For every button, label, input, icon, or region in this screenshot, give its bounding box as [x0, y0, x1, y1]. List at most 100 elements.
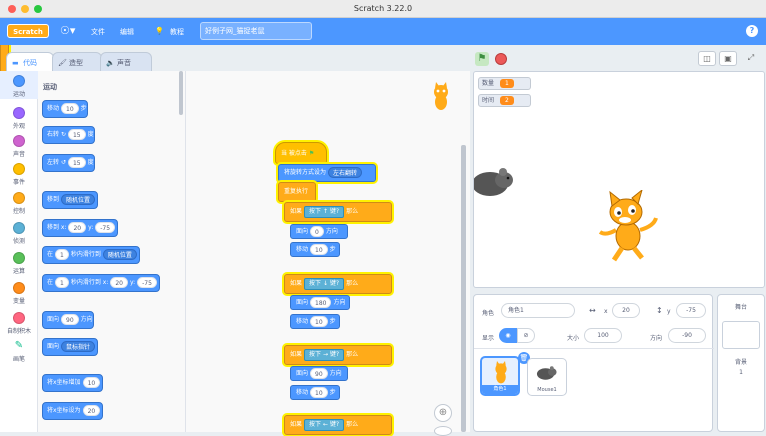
hide-eye-icon[interactable]: ⊘: [517, 328, 535, 343]
category-events[interactable]: 事件: [0, 159, 38, 187]
key-dropdown[interactable]: →: [323, 351, 328, 358]
sprite-tile-mouse[interactable]: Mouse1: [527, 358, 567, 396]
block-input[interactable]: 20: [82, 405, 101, 416]
block-dropdown[interactable]: 随机位置: [61, 194, 96, 205]
large-stage-icon[interactable]: ▣: [719, 51, 737, 66]
block-input[interactable]: 10: [310, 387, 328, 398]
sprite-tile-cat[interactable]: 🗑 角色1: [480, 352, 530, 396]
small-stage-icon[interactable]: ◫: [698, 51, 716, 66]
y-input[interactable]: -75: [676, 303, 706, 318]
point-direction-block[interactable]: 面向 180 方向: [290, 295, 350, 310]
green-flag-icon[interactable]: ⚑: [475, 52, 489, 66]
key-dropdown[interactable]: ↓: [323, 280, 328, 287]
key-pressed-sensor[interactable]: 按下 ↑ 键?: [304, 205, 345, 218]
tab-code[interactable]: ▬ 代码: [6, 52, 54, 72]
tab-sounds[interactable]: 🔈 声音: [100, 52, 152, 72]
block-glide-to-xy[interactable]: 在 1 秒内滑行到 x: 20 y: -75: [42, 274, 160, 292]
key-pressed-sensor[interactable]: 按下 ↓ 键?: [304, 277, 345, 290]
sprite-name-input[interactable]: 角色1: [501, 303, 575, 318]
direction-input[interactable]: -90: [668, 328, 706, 343]
if-right-key-block[interactable]: 如果 按下 → 键? 那么: [284, 345, 392, 365]
stage-thumbnail[interactable]: [722, 321, 760, 349]
block-go-to[interactable]: 移到 随机位置: [42, 191, 99, 209]
key-dropdown[interactable]: ↑: [323, 208, 328, 215]
category-variables[interactable]: 变量: [0, 278, 38, 306]
block-set-x[interactable]: 将x坐标设为 20: [42, 402, 104, 420]
workspace-scrollbar[interactable]: [461, 145, 466, 432]
block-input[interactable]: 20: [68, 222, 87, 233]
block-turn-left[interactable]: 左转 ↺ 15 度: [42, 154, 95, 172]
size-input[interactable]: 100: [584, 328, 622, 343]
move-steps-block[interactable]: 移动 10 步: [290, 314, 340, 329]
zoom-in-icon[interactable]: ⊕: [434, 404, 452, 422]
fullscreen-icon[interactable]: ⤢: [742, 51, 760, 66]
block-input[interactable]: 0: [310, 226, 324, 237]
block-glide-to[interactable]: 在 1 秒内滑行到 随机位置: [42, 246, 140, 264]
set-rotation-style-block[interactable]: 将旋转方式设为 左右翻转: [278, 164, 376, 182]
menu-edit[interactable]: 编辑: [120, 27, 134, 37]
if-down-key-block[interactable]: 如果 按下 ↓ 键? 那么: [284, 274, 392, 294]
tutorials-bulb-icon[interactable]: 💡: [155, 27, 164, 35]
palette-scrollbar[interactable]: [179, 71, 183, 115]
variable-monitor[interactable]: 数量 1: [478, 77, 531, 90]
stage-selector-panel[interactable]: 舞台 背景 1: [717, 294, 765, 432]
block-input[interactable]: 20: [110, 277, 128, 288]
block-change-x[interactable]: 将x坐标增加 10: [42, 374, 104, 392]
show-eye-icon[interactable]: ◉: [499, 328, 517, 343]
category-sound[interactable]: 声音: [0, 131, 38, 159]
block-input[interactable]: 180: [310, 297, 332, 308]
block-input[interactable]: 90: [310, 368, 328, 379]
category-my-blocks[interactable]: 自制积木: [0, 308, 38, 336]
key-pressed-sensor[interactable]: 按下 ← 键?: [304, 418, 345, 431]
block-input[interactable]: -75: [95, 222, 116, 233]
block-text: 如果: [290, 421, 303, 428]
category-control[interactable]: 控制: [0, 188, 38, 216]
block-input[interactable]: -75: [137, 277, 157, 288]
when-flag-clicked-block[interactable]: 当 被点击 ⚑: [275, 142, 327, 164]
block-input[interactable]: 10: [310, 244, 328, 255]
block-input[interactable]: 90: [61, 314, 79, 325]
help-icon[interactable]: ?: [746, 25, 758, 37]
point-direction-block[interactable]: 面向 0 方向: [290, 224, 348, 239]
block-dropdown[interactable]: 左右翻转: [328, 167, 363, 178]
category-pen[interactable]: ✎ 画笔: [0, 336, 38, 364]
key-pressed-sensor[interactable]: 按下 → 键?: [304, 348, 345, 361]
zoom-out-icon[interactable]: [434, 426, 452, 436]
block-input[interactable]: 1: [55, 277, 69, 288]
category-looks[interactable]: 外观: [0, 103, 38, 131]
block-go-to-xy[interactable]: 移到 x: 20 y: -75: [42, 219, 119, 237]
move-steps-block[interactable]: 移动 10 步: [290, 242, 340, 257]
block-input[interactable]: 10: [82, 377, 101, 388]
category-operators[interactable]: 运算: [0, 248, 38, 276]
move-steps-block[interactable]: 移动 10 步: [290, 385, 340, 400]
project-title-input[interactable]: 好例子网_猫捉老鼠: [200, 22, 312, 40]
key-dropdown[interactable]: ←: [323, 421, 328, 428]
block-turn-right[interactable]: 右转 ↻ 15 度: [42, 126, 95, 144]
block-point-direction[interactable]: 面向 90 方向: [42, 311, 94, 329]
block-input[interactable]: 15: [67, 129, 86, 140]
block-dropdown[interactable]: 鼠标指针: [61, 341, 96, 352]
block-point-towards[interactable]: 面向 鼠标指针: [42, 338, 99, 356]
language-globe-icon[interactable]: ☉▾: [60, 24, 75, 37]
block-input[interactable]: 15: [67, 157, 86, 168]
block-input[interactable]: 10: [61, 103, 79, 114]
scratch-logo[interactable]: Scratch: [7, 24, 49, 38]
stop-icon[interactable]: [495, 53, 507, 65]
category-sensing[interactable]: 侦测: [0, 218, 38, 246]
block-input[interactable]: 10: [310, 316, 328, 327]
category-motion[interactable]: 运动: [0, 71, 38, 99]
if-left-key-block[interactable]: 如果 按下 ← 键? 那么: [284, 415, 392, 435]
variable-monitor[interactable]: 时间 2: [478, 94, 531, 107]
stage-canvas[interactable]: 数量 1 时间 2: [473, 71, 765, 288]
block-move-steps[interactable]: 移动 10 步: [42, 100, 88, 118]
point-direction-block[interactable]: 面向 90 方向: [290, 366, 348, 381]
forever-block[interactable]: 重复执行: [278, 182, 316, 202]
tab-costumes[interactable]: 🖌 造型: [52, 52, 102, 72]
block-dropdown[interactable]: 随机位置: [102, 249, 137, 260]
x-input[interactable]: 20: [612, 303, 640, 318]
if-up-key-block[interactable]: 如果 按下 ↑ 键? 那么: [284, 202, 392, 222]
block-text: 键?: [329, 207, 340, 215]
block-input[interactable]: 1: [55, 249, 69, 260]
menu-tutorials[interactable]: 教程: [170, 27, 184, 37]
menu-file[interactable]: 文件: [91, 27, 105, 37]
